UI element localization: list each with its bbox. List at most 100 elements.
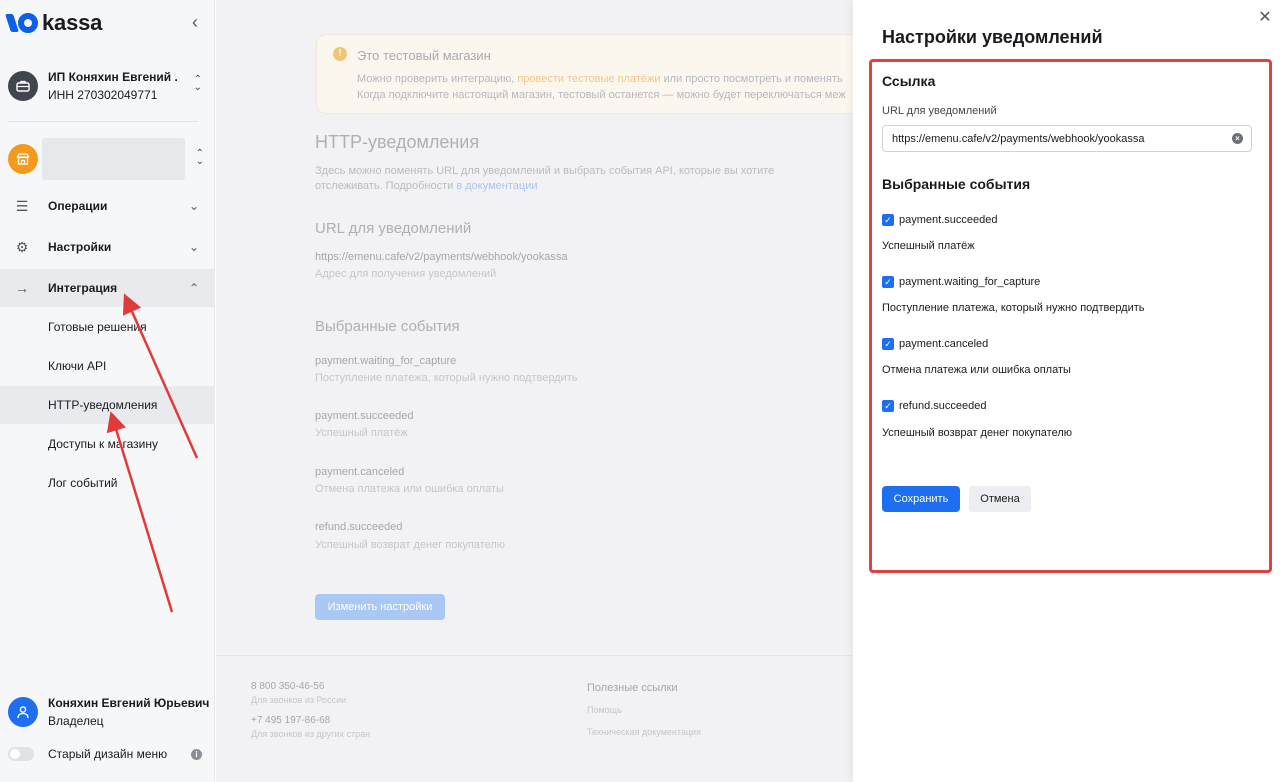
- checkbox-checked[interactable]: ✓: [882, 400, 894, 412]
- sub-item-label: HTTP-уведомления: [48, 398, 158, 412]
- user-profile[interactable]: Коняхин Евгений Юрьевич Владелец: [8, 696, 209, 728]
- chevron-up-icon: ⌃: [188, 281, 199, 295]
- event-name: refund.succeeded: [899, 400, 987, 412]
- footer: 8 800 350-46-56 Для звонков из России +7…: [216, 655, 853, 782]
- test-shop-banner: ! Это тестовый магазин Можно проверить и…: [316, 34, 853, 114]
- panel-title: Настройки уведомлений: [882, 27, 1103, 47]
- company-inn: ИНН 270302049771: [48, 88, 158, 102]
- nav-label: Интеграция: [48, 281, 118, 295]
- description-text: Здесь можно поменять URL для уведомлений…: [315, 165, 775, 192]
- chevron-left-icon: ‹: [192, 11, 198, 32]
- banner-text-part: Когда подключите настоящий магазин, тест…: [357, 89, 846, 101]
- chevron-updown-icon: ⌃ ⌄: [193, 74, 202, 93]
- link-section-title: Ссылка: [882, 73, 936, 89]
- close-icon: ✕: [1258, 9, 1272, 26]
- sub-item-label: Лог событий: [48, 476, 118, 490]
- old-design-label: Старый дизайн меню: [48, 747, 168, 761]
- banner-text-part: Можно проверить интеграцию,: [357, 73, 518, 85]
- checkbox-checked[interactable]: ✓: [882, 338, 894, 350]
- event-desc: Успешный возврат денег покупателю: [882, 427, 1072, 439]
- user-role: Владелец: [48, 714, 104, 728]
- event-name: payment.waiting_for_capture: [899, 276, 1041, 288]
- shop-name-redacted: [42, 138, 185, 180]
- company-name: ИП Коняхин Евгений ...: [48, 70, 178, 84]
- chevron-updown-icon: ⌃ ⌄: [195, 148, 204, 167]
- shop-icon: [8, 144, 38, 174]
- nav-item-operations[interactable]: ☰ Операции ⌄: [0, 187, 215, 225]
- event-desc: Поступление платежа, который нужно подтв…: [882, 302, 1145, 314]
- event-checkbox-row[interactable]: ✓ payment.succeeded: [882, 214, 997, 226]
- url-hint: Адрес для получения уведомлений: [315, 268, 497, 280]
- phone-international-note: Для звонков из других стран: [251, 729, 371, 739]
- event-name: payment.succeeded: [899, 214, 998, 226]
- event-checkbox-row[interactable]: ✓ payment.waiting_for_capture: [882, 276, 1040, 288]
- useful-links-heading: Полезные ссылки: [587, 682, 678, 694]
- logo-text: kassa: [42, 10, 103, 35]
- close-panel-button[interactable]: ✕: [1256, 8, 1274, 26]
- event-name: payment.succeeded: [315, 410, 414, 422]
- event-name: payment.canceled: [899, 338, 989, 350]
- banner-text: Можно проверить интеграцию, провести тес…: [357, 71, 846, 103]
- url-input[interactable]: [882, 125, 1252, 152]
- nav-item-settings[interactable]: ⚙ Настройки ⌄: [0, 228, 215, 266]
- event-checkbox-row[interactable]: ✓ payment.canceled: [882, 338, 988, 350]
- info-icon[interactable]: i: [191, 748, 202, 760]
- banner-text-part: или просто посмотреть и поменять: [660, 73, 843, 85]
- docs-link[interactable]: в документации: [456, 180, 537, 192]
- phone-international[interactable]: +7 495 197-86-68: [251, 715, 330, 726]
- page-description: Здесь можно поменять URL для уведомлений…: [315, 164, 795, 194]
- collapse-sidebar-button[interactable]: ‹: [185, 12, 205, 32]
- user-avatar-icon: [8, 697, 38, 727]
- company-switcher[interactable]: ИП Коняхин Евгений ... ИНН 270302049771 …: [8, 66, 208, 106]
- event-desc: Успешный платёж: [882, 240, 975, 252]
- change-settings-button[interactable]: Изменить настройки: [315, 594, 445, 620]
- arrow-right-icon: →: [15, 280, 29, 296]
- sub-item-label: Доступы к магазину: [48, 437, 159, 451]
- event-name: payment.waiting_for_capture: [315, 355, 457, 367]
- clear-input-icon[interactable]: ×: [1232, 133, 1243, 144]
- main-content: ! Это тестовый магазин Можно проверить и…: [216, 0, 853, 782]
- logo[interactable]: kassa: [5, 10, 103, 36]
- checkbox-checked[interactable]: ✓: [882, 214, 894, 226]
- url-heading: URL для уведомлений: [315, 220, 472, 237]
- shop-switcher[interactable]: ⌃ ⌄: [8, 138, 208, 180]
- sub-item-http-notifications[interactable]: HTTP-уведомления: [0, 386, 215, 424]
- nav-label: Операции: [48, 199, 108, 213]
- help-link[interactable]: Помощь: [587, 705, 622, 715]
- sub-item-event-log[interactable]: Лог событий: [0, 464, 215, 502]
- banner-title: Это тестовый магазин: [357, 48, 491, 63]
- event-name: payment.canceled: [315, 466, 405, 478]
- briefcase-icon: [8, 71, 38, 101]
- checkbox-checked[interactable]: ✓: [882, 276, 894, 288]
- chevron-down-icon: ⌄: [188, 199, 199, 213]
- test-payments-link[interactable]: провести тестовые платёжи: [517, 73, 660, 85]
- sidebar: kassa ‹ ИП Коняхин Евгений ... ИНН 27030…: [0, 0, 215, 782]
- event-desc: Отмена платежа или ошибка оплаты: [315, 483, 504, 495]
- phone-russia[interactable]: 8 800 350-46-56: [251, 681, 324, 692]
- info-icon: !: [333, 47, 347, 61]
- event-checkbox-row[interactable]: ✓ refund.succeeded: [882, 400, 986, 412]
- event-desc: Поступление платежа, который нужно подтв…: [315, 372, 578, 384]
- event-desc: Успешный возврат денег покупателю: [315, 539, 505, 551]
- gear-icon: ⚙: [15, 238, 29, 255]
- nav-label: Настройки: [48, 240, 112, 254]
- sub-item-shop-access[interactable]: Доступы к магазину: [0, 425, 215, 463]
- cancel-button[interactable]: Отмена: [969, 486, 1031, 512]
- save-button[interactable]: Сохранить: [882, 486, 960, 512]
- sub-item-label: Ключи API: [48, 359, 107, 373]
- tech-docs-link[interactable]: Техническая документация: [587, 727, 701, 737]
- logo-mark-icon: [5, 12, 38, 34]
- page-title: HTTP-уведомления: [315, 132, 480, 152]
- url-value: https://emenu.cafe/v2/payments/webhook/y…: [315, 251, 568, 263]
- old-design-toggle-row: Старый дизайн меню i: [8, 744, 208, 764]
- user-name: Коняхин Евгений Юрьевич: [48, 696, 210, 710]
- url-label: URL для уведомлений: [882, 105, 997, 117]
- sub-item-ready-solutions[interactable]: Готовые решения: [0, 308, 215, 346]
- nav-item-integration[interactable]: → Интеграция ⌃: [0, 269, 215, 307]
- list-icon: ☰: [15, 197, 29, 214]
- event-name: refund.succeeded: [315, 521, 403, 533]
- sub-item-api-keys[interactable]: Ключи API: [0, 347, 215, 385]
- events-section-title: Выбранные события: [882, 176, 1031, 192]
- old-design-toggle[interactable]: [8, 747, 34, 761]
- events-heading: Выбранные события: [315, 318, 460, 335]
